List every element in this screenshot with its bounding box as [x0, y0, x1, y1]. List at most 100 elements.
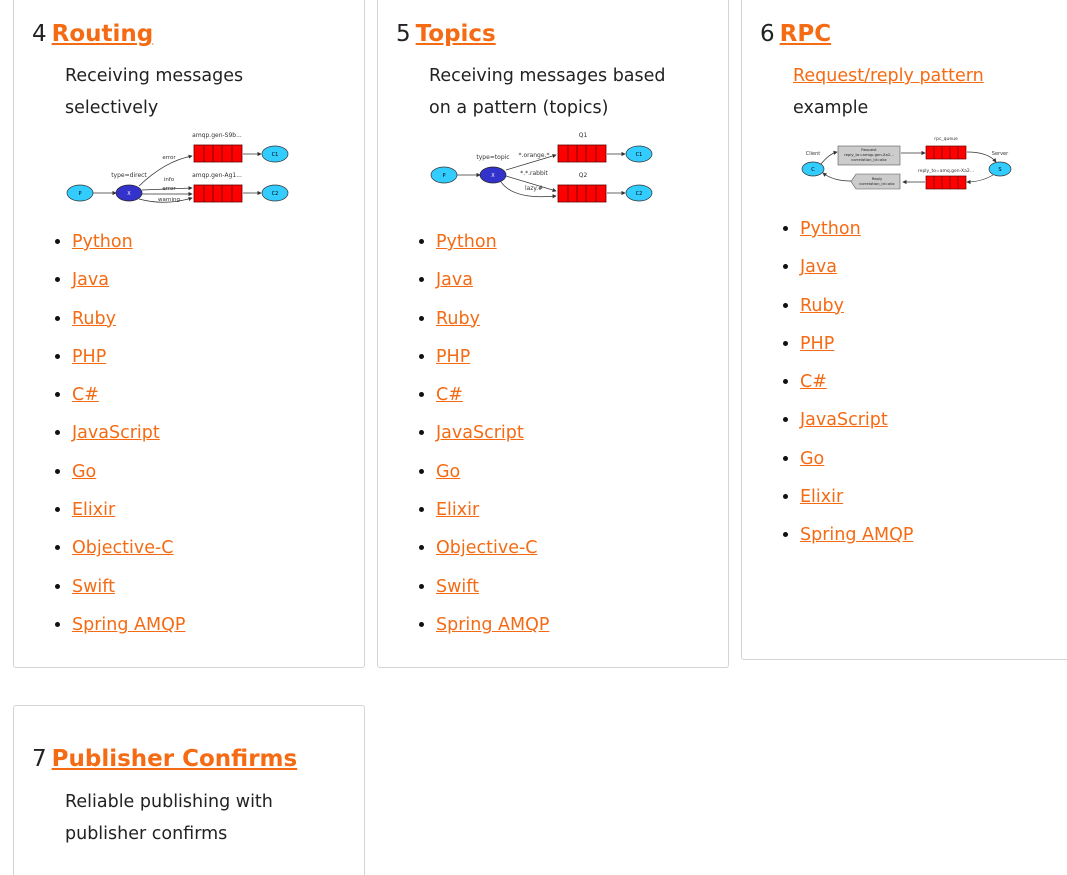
list-item: Java: [72, 261, 185, 299]
svg-text:error: error: [162, 186, 176, 192]
list-item: JavaScript: [436, 414, 549, 452]
svg-text:correlation_id=abc: correlation_id=abc: [851, 157, 887, 162]
tutorial-number: 7: [32, 746, 47, 772]
tutorial-card-rpc: 6 RPC Request/reply pattern example Clien…: [741, 0, 1067, 660]
language-link-go[interactable]: Go: [72, 462, 96, 482]
list-item: C#: [72, 376, 185, 414]
language-link-swift[interactable]: Swift: [72, 577, 115, 597]
tutorial-number: 6: [760, 21, 775, 47]
language-link-csharp[interactable]: C#: [800, 372, 827, 392]
list-item: Elixir: [436, 491, 549, 529]
language-link-python[interactable]: Python: [436, 232, 497, 252]
svg-text:Q1: Q1: [579, 132, 588, 139]
list-item: Spring AMQP: [72, 606, 185, 644]
list-item: PHP: [800, 325, 913, 363]
svg-text:C2: C2: [272, 191, 279, 197]
list-item: Elixir: [72, 491, 185, 529]
language-link-javascript[interactable]: JavaScript: [436, 423, 524, 443]
svg-text:error: error: [162, 155, 176, 161]
list-item: C#: [800, 363, 913, 401]
language-link-elixir[interactable]: Elixir: [800, 487, 843, 507]
language-link-swift[interactable]: Swift: [436, 577, 479, 597]
svg-text:correlation_id=abc: correlation_id=abc: [859, 181, 895, 186]
language-link-csharp[interactable]: C#: [72, 385, 99, 405]
list-item: Objective-C: [436, 529, 549, 567]
tutorial-card-publisher-confirms: 7 Publisher Confirms Reliable publishing …: [13, 705, 365, 875]
svg-text:X: X: [127, 191, 131, 197]
routing-diagram: P X type=direct error info error warning…: [66, 132, 289, 203]
tutorial-description: Receiving messages selectively: [65, 66, 244, 118]
svg-text:C1: C1: [272, 152, 279, 158]
list-item: Elixir: [800, 478, 913, 516]
language-list: Python Java Ruby PHP C# JavaScript Go El…: [398, 223, 549, 644]
list-item: JavaScript: [800, 401, 913, 439]
list-item: Java: [800, 248, 913, 286]
svg-text:reply_to=amq.gen-Xa2...: reply_to=amq.gen-Xa2...: [918, 168, 974, 174]
language-link-elixir[interactable]: Elixir: [72, 500, 115, 520]
svg-text:Client: Client: [806, 151, 821, 157]
language-link-spring-amqp[interactable]: Spring AMQP: [800, 525, 913, 545]
tutorial-description: Request/reply pattern example: [793, 60, 1053, 124]
tutorial-card-topics: 5 Topics Receiving messages based on a pa…: [377, 0, 729, 668]
tutorial-number: 5: [396, 21, 411, 47]
tutorial-title-link[interactable]: Topics: [416, 21, 496, 47]
language-link-python[interactable]: Python: [800, 219, 861, 239]
svg-text:C: C: [811, 167, 815, 173]
svg-text:lazy.#: lazy.#: [525, 185, 543, 192]
language-link-objective-c[interactable]: Objective-C: [436, 538, 538, 558]
tutorial-title-link[interactable]: RPC: [780, 21, 831, 47]
svg-text:rpc_queue: rpc_queue: [934, 136, 958, 142]
language-link-spring-amqp[interactable]: Spring AMQP: [72, 615, 185, 635]
tutorial-title: 7 Publisher Confirms: [32, 745, 297, 773]
language-list: Python Java Ruby PHP C# JavaScript Go El…: [762, 210, 913, 555]
language-link-javascript[interactable]: JavaScript: [72, 423, 160, 443]
svg-text:amqp.gen-Ag1...: amqp.gen-Ag1...: [192, 172, 242, 179]
svg-text:P: P: [78, 191, 81, 197]
list-item: Objective-C: [72, 529, 185, 567]
list-item: Python: [436, 223, 549, 261]
language-link-php[interactable]: PHP: [800, 334, 834, 354]
language-link-spring-amqp[interactable]: Spring AMQP: [436, 615, 549, 635]
language-link-go[interactable]: Go: [436, 462, 460, 482]
language-link-php[interactable]: PHP: [72, 347, 106, 367]
list-item: Swift: [72, 568, 185, 606]
language-link-python[interactable]: Python: [72, 232, 133, 252]
tutorial-title: 5 Topics: [396, 20, 496, 48]
svg-text:C2: C2: [636, 191, 643, 197]
list-item: Ruby: [800, 287, 913, 325]
list-item: Python: [800, 210, 913, 248]
language-link-ruby[interactable]: Ruby: [800, 296, 844, 316]
list-item: JavaScript: [72, 414, 185, 452]
tutorial-title: 6 RPC: [760, 20, 831, 48]
svg-text:S: S: [998, 167, 1001, 173]
language-link-csharp[interactable]: C#: [436, 385, 463, 405]
language-link-java[interactable]: Java: [436, 270, 473, 290]
svg-text:Q2: Q2: [579, 172, 588, 179]
topics-diagram: P X type=topic *.orange.* *.*.rabbit laz…: [430, 132, 653, 203]
language-link-elixir[interactable]: Elixir: [436, 500, 479, 520]
tutorial-title-link[interactable]: Routing: [52, 21, 154, 47]
language-link-objective-c[interactable]: Objective-C: [72, 538, 174, 558]
tutorial-title: 4 Routing: [32, 20, 153, 48]
description-text: example: [793, 98, 869, 118]
list-item: C#: [436, 376, 549, 414]
language-link-java[interactable]: Java: [800, 257, 837, 277]
language-link-php[interactable]: PHP: [436, 347, 470, 367]
svg-text:type=direct: type=direct: [111, 172, 147, 179]
list-item: Ruby: [436, 300, 549, 338]
tutorial-number: 4: [32, 21, 47, 47]
svg-text:type=topic: type=topic: [476, 154, 509, 161]
list-item: PHP: [72, 338, 185, 376]
request-reply-pattern-link[interactable]: Request/reply pattern: [793, 66, 984, 86]
list-item: Spring AMQP: [436, 606, 549, 644]
language-link-javascript[interactable]: JavaScript: [800, 410, 888, 430]
language-link-go[interactable]: Go: [800, 449, 824, 469]
list-item: Ruby: [72, 300, 185, 338]
language-list: Python Java Ruby PHP C# JavaScript Go El…: [34, 223, 185, 644]
language-link-ruby[interactable]: Ruby: [72, 309, 116, 329]
language-link-java[interactable]: Java: [72, 270, 109, 290]
tutorial-description: Reliable publishing with publisher confi…: [65, 792, 273, 844]
list-item: Python: [72, 223, 185, 261]
tutorial-title-link[interactable]: Publisher Confirms: [52, 746, 298, 772]
language-link-ruby[interactable]: Ruby: [436, 309, 480, 329]
